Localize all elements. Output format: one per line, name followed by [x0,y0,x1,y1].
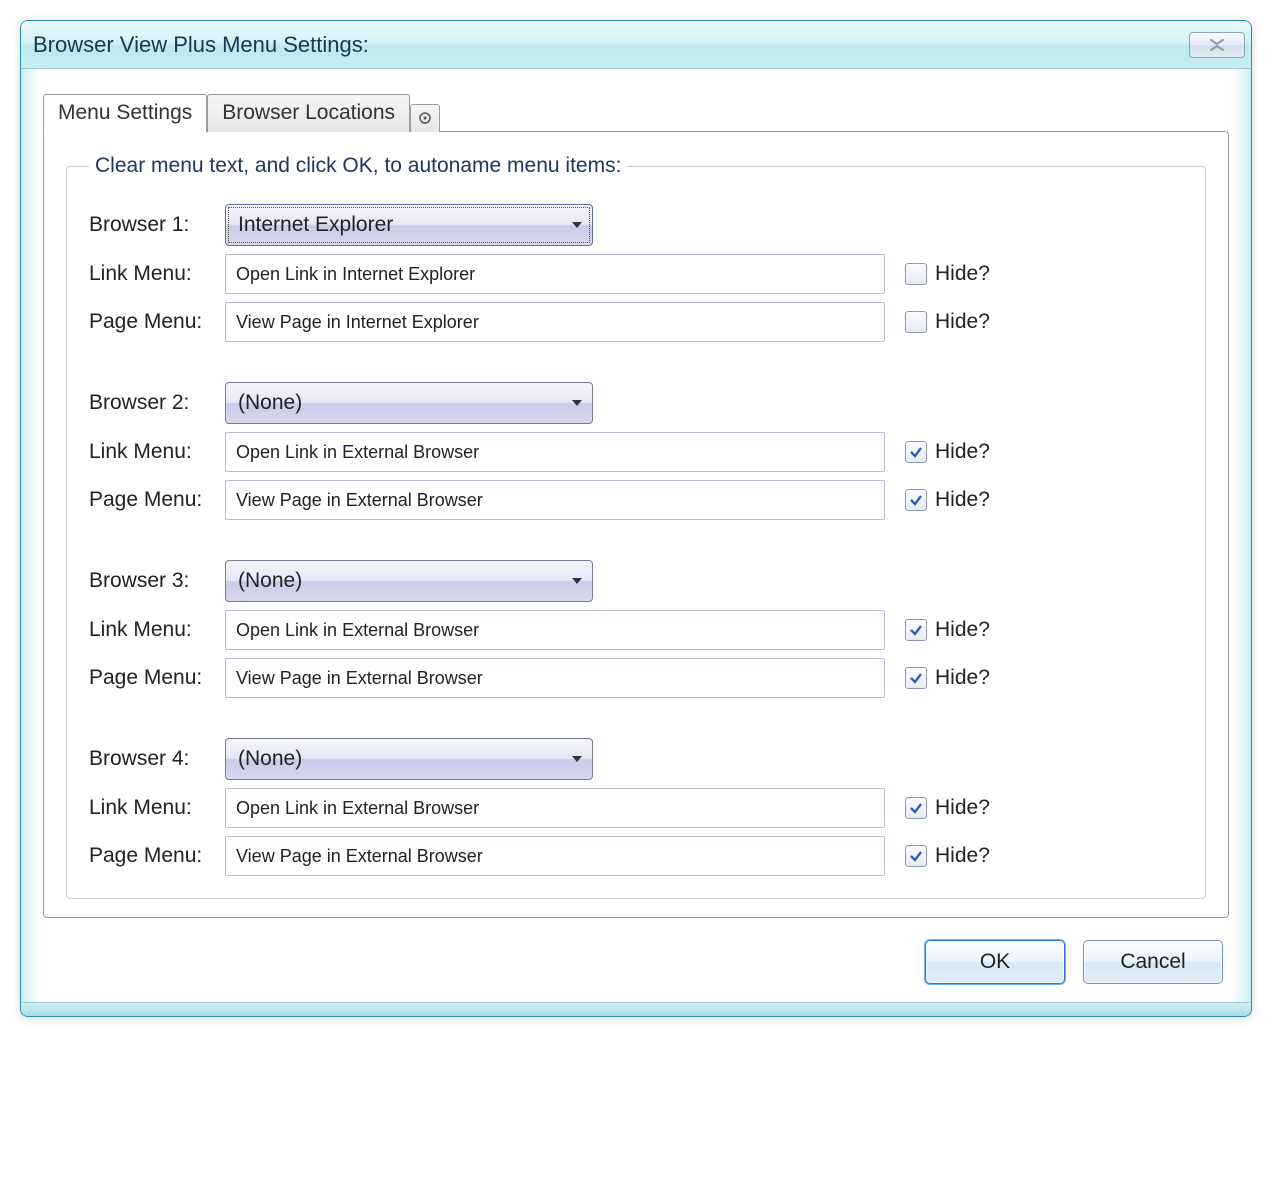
page-menu-2-label: Page Menu: [89,488,225,512]
browser-4-dropdown-value: (None) [238,747,302,771]
close-icon [1209,39,1225,51]
browser-1-dropdown[interactable]: Internet Explorer [225,204,593,246]
page-hide-2-checkbox[interactable] [905,489,927,511]
chevron-down-icon [572,222,582,228]
titlebar: Browser View Plus Menu Settings: [21,21,1251,69]
close-button[interactable] [1189,32,1245,58]
page-hide-4-label: Hide? [935,844,990,868]
link-hide-2-label: Hide? [935,440,990,464]
browser-block-4: Browser 4: (None) Link Menu: [89,738,1183,876]
link-menu-2-input[interactable] [225,432,885,472]
browser-block-1: Browser 1: Internet Explorer Link Menu: [89,204,1183,342]
link-menu-3-input[interactable] [225,610,885,650]
ok-button[interactable]: OK [925,940,1065,984]
browser-2-label: Browser 2: [89,391,225,415]
chevron-down-icon [572,756,582,762]
target-icon [418,111,432,125]
page-hide-3-checkbox[interactable] [905,667,927,689]
tab-browser-locations[interactable]: Browser Locations [207,94,410,132]
dialog-title: Browser View Plus Menu Settings: [33,32,369,58]
link-hide-1-checkbox[interactable] [905,263,927,285]
tab-menu-settings[interactable]: Menu Settings [43,94,207,133]
page-menu-3-input[interactable] [225,658,885,698]
link-hide-2-checkbox[interactable] [905,441,927,463]
page-menu-1-input[interactable] [225,302,885,342]
page-hide-1-label: Hide? [935,310,990,334]
chevron-down-icon [572,400,582,406]
browser-3-dropdown[interactable]: (None) [225,560,593,602]
page-hide-4-checkbox[interactable] [905,845,927,867]
page-menu-3-label: Page Menu: [89,666,225,690]
page-hide-1-checkbox[interactable] [905,311,927,333]
page-hide-3-label: Hide? [935,666,990,690]
link-menu-4-label: Link Menu: [89,796,225,820]
tab-bar: Menu Settings Browser Locations [43,93,1229,132]
page-menu-1-label: Page Menu: [89,310,225,334]
browser-block-3: Browser 3: (None) Link Menu: [89,560,1183,698]
link-hide-4-label: Hide? [935,796,990,820]
page-hide-2-label: Hide? [935,488,990,512]
browser-2-dropdown-value: (None) [238,391,302,415]
page-menu-2-input[interactable] [225,480,885,520]
link-menu-1-input[interactable] [225,254,885,294]
link-hide-3-label: Hide? [935,618,990,642]
dialog-button-row: OK Cancel [43,918,1229,988]
link-menu-3-label: Link Menu: [89,618,225,642]
page-menu-4-label: Page Menu: [89,844,225,868]
browser-4-dropdown[interactable]: (None) [225,738,593,780]
dialog-body: Menu Settings Browser Locations Clear me… [21,69,1251,1002]
page-menu-4-input[interactable] [225,836,885,876]
link-menu-1-label: Link Menu: [89,262,225,286]
link-hide-3-checkbox[interactable] [905,619,927,641]
link-menu-4-input[interactable] [225,788,885,828]
link-hide-1-label: Hide? [935,262,990,286]
browser-1-dropdown-value: Internet Explorer [238,213,393,237]
autoname-group: Clear menu text, and click OK, to autona… [66,154,1206,899]
link-hide-4-checkbox[interactable] [905,797,927,819]
window-bottom-border [21,1002,1251,1016]
browser-3-dropdown-value: (None) [238,569,302,593]
browser-2-dropdown[interactable]: (None) [225,382,593,424]
browser-1-label: Browser 1: [89,213,225,237]
tab-panel-menu-settings: Clear menu text, and click OK, to autona… [43,131,1229,918]
chevron-down-icon [572,578,582,584]
dialog-window: Browser View Plus Menu Settings: Menu Se… [20,20,1252,1017]
browser-3-label: Browser 3: [89,569,225,593]
tab-overflow[interactable] [410,104,440,132]
group-legend: Clear menu text, and click OK, to autona… [89,154,627,178]
browser-4-label: Browser 4: [89,747,225,771]
link-menu-2-label: Link Menu: [89,440,225,464]
cancel-button[interactable]: Cancel [1083,940,1223,984]
browser-block-2: Browser 2: (None) Link Menu: [89,382,1183,520]
